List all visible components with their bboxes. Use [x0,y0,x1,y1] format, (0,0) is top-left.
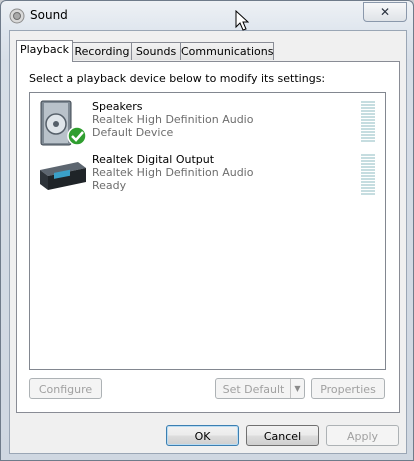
window-title: Sound [30,8,68,22]
device-name: Realtek Digital Output [92,153,215,166]
device-status: Ready [92,179,127,192]
button-label: Configure [38,383,93,396]
playback-panel: Select a playback device below to modify… [16,61,400,413]
properties-button[interactable]: Properties [311,378,385,399]
ok-button[interactable]: OK [166,425,239,446]
button-label: Properties [320,383,376,396]
set-default-button[interactable]: Set Default ▼ [215,378,305,399]
device-item-digital-output[interactable]: Realtek Digital Output Realtek High Defi… [30,150,385,202]
tab-communications[interactable]: Communications [180,42,274,60]
close-icon: ✕ [379,5,391,19]
tab-sounds[interactable]: Sounds [131,42,181,60]
apply-button[interactable]: Apply [326,425,399,446]
device-item-speakers[interactable]: Speakers Realtek High Definition Audio D… [30,97,385,149]
cancel-button[interactable]: Cancel [246,425,319,446]
device-status: Default Device [92,126,174,139]
tab-label: Sounds [135,45,177,58]
button-label: Set Default [222,383,285,396]
configure-button[interactable]: Configure [29,378,102,399]
device-name: Speakers [92,100,143,113]
device-list[interactable]: Speakers Realtek High Definition Audio D… [29,92,386,370]
chevron-down-icon[interactable]: ▼ [290,379,304,398]
volume-meter [361,154,375,196]
title-bar[interactable]: Sound ✕ [1,1,413,29]
device-description: Realtek High Definition Audio [92,113,254,126]
button-label: Cancel [263,430,302,443]
sound-app-icon [9,8,25,24]
mouse-cursor-icon [235,10,249,31]
tab-label: Communications [181,45,274,58]
speaker-icon [40,100,87,146]
device-description: Realtek High Definition Audio [92,166,254,179]
tab-playback[interactable]: Playback [16,40,73,62]
digital-output-icon [40,162,86,190]
close-button[interactable]: ✕ [363,2,407,22]
tab-label: Playback [19,43,70,56]
instruction-text: Select a playback device below to modify… [29,72,326,85]
button-label: Apply [346,430,379,443]
sound-dialog: Sound ✕ Playback Recording Sounds Commun… [0,0,414,461]
button-label: OK [194,430,211,443]
tab-recording[interactable]: Recording [72,42,132,60]
tab-label: Recording [74,45,130,58]
volume-meter [361,101,375,143]
dialog-body: Playback Recording Sounds Communications… [9,30,407,454]
